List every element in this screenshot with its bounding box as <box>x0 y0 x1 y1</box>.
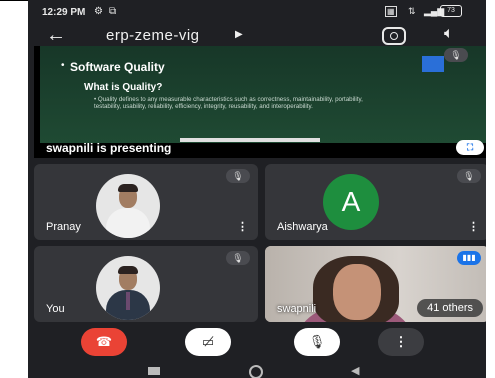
android-nav-bar: ◀ <box>28 362 495 378</box>
home-icon[interactable] <box>249 365 263 378</box>
presentation-tile[interactable]: • Software Quality What is Quality? • Qu… <box>34 46 489 158</box>
participant-name: You <box>46 303 65 315</box>
status-bar: 12:29 PM ⚙ ⧉ ▦ ⇅ ▂▄▆ 73 <box>28 0 495 22</box>
network-icon: ⇅ <box>408 6 416 16</box>
avatar: A <box>323 174 379 230</box>
end-call-button[interactable]: ☎︎ <box>81 328 127 356</box>
slide-logo-block <box>422 56 444 72</box>
speaking-indicator-icon: ▮▮▮ <box>457 251 481 265</box>
mic-off-button[interactable]: 🎙︎ <box>294 328 340 356</box>
back-icon[interactable]: ◀ <box>351 364 359 377</box>
sim-icon: ▦ <box>385 6 397 17</box>
call-controls: ☎︎ ▭̸ 🎙︎ ⋮ <box>28 324 495 362</box>
fullscreen-button[interactable]: ⛶ <box>456 140 484 155</box>
participant-name: swapnili <box>277 303 317 315</box>
caret-right-icon[interactable]: ▶ <box>235 29 243 40</box>
mic-off-icon: 🎙︎ <box>444 48 468 62</box>
mic-off-icon: 🎙︎ <box>457 169 481 183</box>
participant-tile-aishwarya[interactable]: A 🎙︎ Aishwarya ⋮ <box>265 164 489 240</box>
slide-toolbar-strip <box>180 138 320 142</box>
back-arrow-icon[interactable]: ← <box>46 24 66 47</box>
presenting-label: swapnili is presenting <box>46 141 172 155</box>
avatar <box>96 256 160 320</box>
gear-icon: ⚙ <box>94 6 103 17</box>
meeting-code[interactable]: erp-zeme-vig <box>106 27 200 44</box>
participant-tile-you[interactable]: 🎙︎ You <box>34 246 258 322</box>
status-time: 12:29 PM <box>42 7 86 18</box>
participant-tile-swapnili[interactable]: ▮▮▮ swapnili 41 others <box>265 246 489 322</box>
slide-subtitle: What is Quality? <box>84 82 163 93</box>
others-count-badge[interactable]: 41 others <box>417 299 483 317</box>
participant-tile-pranay[interactable]: 🎙︎ Pranay ⋮ <box>34 164 258 240</box>
switch-camera-icon[interactable] <box>382 27 406 45</box>
camera-off-button[interactable]: ▭̸ <box>185 328 231 356</box>
recents-icon[interactable] <box>148 367 160 375</box>
more-button[interactable]: ⋮ <box>378 328 424 356</box>
participant-name: Pranay <box>46 221 81 233</box>
shared-slide: • Software Quality What is Quality? • Qu… <box>40 46 489 143</box>
phone-screen: 12:29 PM ⚙ ⧉ ▦ ⇅ ▂▄▆ 73 ← erp-zeme-vig ▶… <box>28 0 495 378</box>
more-options-icon[interactable]: ⋮ <box>237 220 248 233</box>
more-options-icon[interactable]: ⋮ <box>468 220 479 233</box>
participant-video <box>333 264 381 320</box>
slide-body: • Quality defines to any measurable char… <box>94 96 363 110</box>
mic-off-icon: 🎙︎ <box>226 251 250 265</box>
speaker-icon[interactable]: 🔈︎ <box>444 25 454 43</box>
cast-icon: ⧉ <box>109 6 117 17</box>
participant-name: Aishwarya <box>277 221 328 233</box>
slide-bullet: • <box>61 60 65 71</box>
avatar <box>96 174 160 238</box>
crop-border-right <box>486 0 495 378</box>
slide-title: Software Quality <box>70 60 165 74</box>
mic-off-icon: 🎙︎ <box>226 169 250 183</box>
battery-icon: 73 <box>440 5 462 17</box>
